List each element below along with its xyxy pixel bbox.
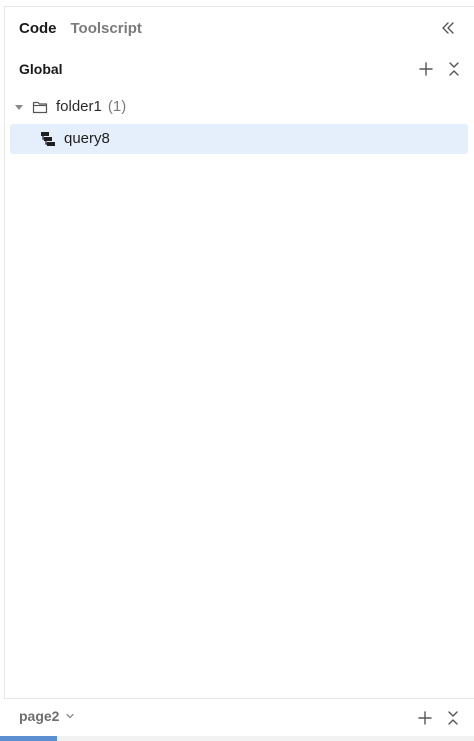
tree-query-row[interactable]: query8 <box>10 124 468 154</box>
folder-label: folder1 <box>56 98 102 115</box>
query-icon <box>41 132 55 146</box>
code-panel: Code Toolscript Global folder1 (1) query… <box>4 6 474 735</box>
progress-fill <box>0 736 57 741</box>
tab-toolscript[interactable]: Toolscript <box>71 19 142 39</box>
page-select[interactable]: page2 <box>19 708 75 724</box>
double-chevron-left-icon[interactable] <box>440 20 456 36</box>
tab-code[interactable]: Code <box>19 19 57 39</box>
progress-track <box>0 736 474 741</box>
collapse-vertical-icon[interactable] <box>446 61 462 77</box>
footer-plus-icon[interactable] <box>417 710 433 726</box>
plus-icon[interactable] <box>418 61 434 77</box>
caret-down-icon[interactable] <box>14 102 24 112</box>
query-label: query8 <box>64 130 110 147</box>
footer-collapse-vertical-icon[interactable] <box>445 710 461 726</box>
tree-folder-row[interactable]: folder1 (1) <box>10 92 470 122</box>
section-title: Global <box>19 61 63 77</box>
folder-count: (1) <box>107 98 127 115</box>
page-label: page2 <box>19 708 60 724</box>
chevron-down-icon <box>66 713 75 719</box>
folder-icon <box>32 101 48 114</box>
panel-tabs: Code Toolscript <box>19 19 142 39</box>
page-footer: page2 <box>4 698 474 735</box>
